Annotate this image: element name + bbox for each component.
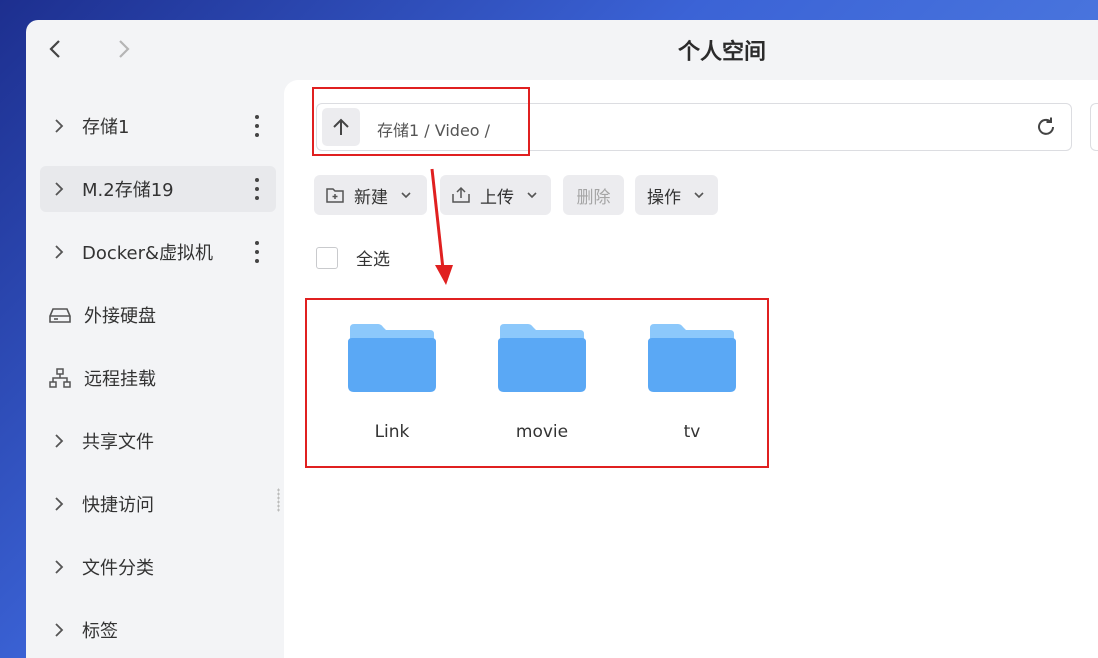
operations-button[interactable]: 操作	[635, 175, 718, 215]
new-folder-icon	[326, 187, 344, 203]
path-text: 存储1 / Video /	[377, 121, 491, 140]
sidebar-item-shared-files[interactable]: 共享文件	[40, 418, 276, 464]
title-bar: 个人空间	[26, 20, 1098, 80]
arrow-up-icon	[333, 118, 349, 135]
chevron-right-icon[interactable]	[54, 559, 70, 575]
sidebar-item-file-categories[interactable]: 文件分类	[40, 544, 276, 590]
folder-icon	[348, 324, 436, 392]
more-options-icon[interactable]	[254, 115, 260, 137]
folder-item[interactable]: movie	[487, 320, 597, 442]
chevron-right-icon[interactable]	[54, 118, 70, 134]
sidebar-item-label: Docker&虚拟机	[82, 243, 214, 264]
chevron-right-icon[interactable]	[54, 496, 70, 512]
refresh-icon[interactable]	[1035, 116, 1057, 142]
select-all-label: 全选	[356, 250, 390, 270]
sidebar-item-label: 快捷访问	[82, 495, 154, 516]
window-title: 个人空间	[677, 40, 766, 65]
view-toggle-button[interactable]	[1090, 103, 1098, 151]
upload-button-label: 上传	[480, 187, 514, 208]
sidebar-item-quick-access[interactable]: 快捷访问	[40, 481, 276, 527]
sidebar-item-label: 存储1	[82, 117, 130, 138]
folder-item[interactable]: tv	[637, 320, 747, 442]
sidebar: 存储1 M.2存储19 Docker&虚拟机 外接硬盘 远程挂载 共享文件 快捷…	[26, 100, 284, 658]
chevron-down-icon	[526, 191, 538, 199]
folder-icon	[648, 324, 736, 392]
external-drive-icon	[49, 306, 71, 324]
path-bar[interactable]: 存储1 / Video /	[316, 103, 1072, 151]
parent-folder-button[interactable]	[322, 108, 360, 146]
sidebar-item-docker-vm[interactable]: Docker&虚拟机	[40, 229, 276, 275]
sidebar-item-tags[interactable]: 标签	[40, 607, 276, 653]
sidebar-item-label: 外接硬盘	[84, 306, 156, 327]
sidebar-item-external-drive[interactable]: 外接硬盘	[40, 292, 276, 338]
sidebar-item-label: M.2存储19	[82, 180, 174, 201]
operations-button-label: 操作	[647, 187, 681, 208]
chevron-right-icon[interactable]	[54, 622, 70, 638]
sidebar-item-label: 共享文件	[82, 432, 154, 453]
new-button-label: 新建	[354, 187, 388, 208]
chevron-right-icon[interactable]	[54, 433, 70, 449]
network-mount-icon	[49, 368, 71, 388]
chevron-down-icon	[400, 191, 412, 199]
sidebar-resize-handle[interactable]	[277, 488, 280, 512]
select-all[interactable]: 全选	[316, 245, 390, 270]
chevron-right-icon[interactable]	[54, 244, 70, 260]
more-options-icon[interactable]	[254, 241, 260, 263]
sidebar-item-label: 文件分类	[82, 558, 154, 579]
delete-button-label: 删除	[576, 187, 611, 208]
annotation-arrow-icon	[430, 168, 453, 285]
select-all-checkbox[interactable]	[316, 246, 338, 269]
file-manager-window: 个人空间 存储1 M.2存储19 Docker&虚拟机 外接硬盘 远程挂载 共享…	[26, 20, 1098, 658]
chevron-down-icon	[693, 191, 705, 199]
sidebar-item-remote-mount[interactable]: 远程挂载	[40, 355, 276, 401]
delete-button[interactable]: 删除	[563, 175, 624, 215]
more-options-icon[interactable]	[254, 178, 260, 200]
folder-name: movie	[515, 422, 569, 442]
sidebar-item-storage1[interactable]: 存储1	[40, 103, 276, 149]
folder-item[interactable]: Link	[337, 320, 447, 442]
new-button[interactable]: 新建	[314, 175, 427, 215]
main-content: 存储1 / Video / 新建 上传 删除 操作 全选 Link movie …	[284, 80, 1098, 658]
folder-icon	[498, 324, 586, 392]
folder-name: tv	[683, 422, 701, 442]
sidebar-item-m2-storage19[interactable]: M.2存储19	[40, 166, 276, 212]
sidebar-item-label: 远程挂载	[84, 369, 156, 390]
chevron-right-icon[interactable]	[54, 181, 70, 197]
sidebar-item-label: 标签	[82, 621, 118, 642]
folder-name: Link	[374, 422, 410, 442]
